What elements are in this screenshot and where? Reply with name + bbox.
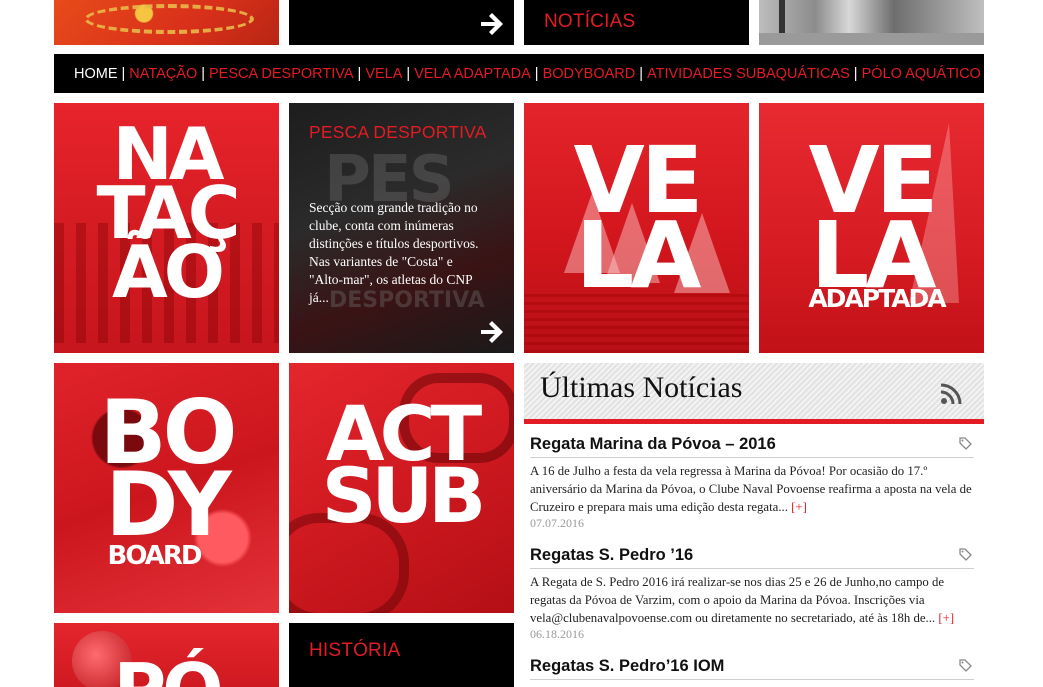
- tag-icon[interactable]: [959, 548, 972, 561]
- vela-word: VE LA: [524, 134, 749, 310]
- nav-item-pesca-desportiva[interactable]: PESCA DESPORTIVA: [209, 66, 354, 82]
- bodyboard-sub: BOARD: [107, 541, 203, 571]
- vela-adaptada-line-2: LA: [810, 202, 937, 310]
- actividades-subaquaticas-tile[interactable]: ACT SUB: [289, 363, 514, 613]
- sailing-rope-image-tile[interactable]: [54, 0, 279, 45]
- noticias-tile[interactable]: NOTÍCIAS: [524, 0, 749, 45]
- actsub-word: ACT SUB: [289, 395, 514, 541]
- nav-item-atividades-subaquaticas[interactable]: ATIVIDADES SUBAQUÁTICAS: [647, 66, 850, 82]
- natacao-word: NA TAÇ ÃO: [54, 118, 279, 315]
- nav-separator: |: [406, 65, 411, 82]
- news-title: Últimas Notícias: [540, 371, 743, 404]
- news-item-excerpt-text: A 16 de Julho a festa da vela regressa à…: [530, 464, 972, 514]
- arrow-right-icon[interactable]: [479, 12, 505, 36]
- actsub-line-2: SUB: [321, 451, 486, 541]
- historia-heading: HISTÓRIA: [309, 640, 401, 661]
- natacao-line-3: ÃO: [112, 230, 225, 315]
- vela-adaptada-word: VE LA: [759, 134, 984, 310]
- news-item-excerpt: A 16 de Julho a festa da vela regressa à…: [530, 462, 974, 516]
- nav-item-vela-adaptada[interactable]: VELA ADAPTADA: [414, 66, 531, 82]
- nav-item-vela[interactable]: VELA: [365, 66, 402, 82]
- nav-item-natacao[interactable]: NATAÇÃO: [129, 66, 197, 82]
- nav-item-bodyboard[interactable]: BODYBOARD: [543, 66, 636, 82]
- bodyboard-tile[interactable]: BO DY BOARD: [54, 363, 279, 613]
- main-nav: HOME | NATAÇÃO | PESCA DESPORTIVA | VELA…: [54, 54, 984, 93]
- natacao-tile[interactable]: NA TAÇ ÃO: [54, 103, 279, 353]
- latest-news-panel: Últimas Notícias Regata Marina da Póvoa …: [524, 363, 984, 687]
- news-item-date: 07.07.2016: [530, 516, 584, 530]
- pesca-desportiva-tile[interactable]: PES DESPORTIVA PESCA DESPORTIVA Secção c…: [289, 103, 514, 353]
- pesca-description: Secção com grande tradição no clube, con…: [309, 200, 479, 305]
- news-header: Últimas Notícias: [524, 363, 984, 419]
- nav-separator: |: [534, 65, 539, 82]
- news-item-date: 06.18.2016: [530, 627, 584, 641]
- vela-adaptada-sub: ADAPTADA: [808, 284, 946, 313]
- tag-icon[interactable]: [959, 659, 972, 672]
- news-item-title[interactable]: Regatas S. Pedro ’16: [530, 546, 974, 569]
- news-item: Regatas S. Pedro’16 IOM: [530, 657, 974, 680]
- nav-separator: |: [201, 65, 206, 82]
- more-tile-top[interactable]: [289, 0, 514, 45]
- polo-aquatico-tile[interactable]: PÓ: [54, 623, 279, 687]
- read-more-link[interactable]: [+]: [791, 500, 807, 514]
- historia-tile[interactable]: HISTÓRIA: [289, 623, 514, 687]
- nav-separator: |: [121, 65, 126, 82]
- nav-item-polo-aquatico[interactable]: PÓLO AQUÁTICO: [862, 66, 981, 82]
- vela-adaptada-tile[interactable]: VE LA ADAPTADA: [759, 103, 984, 353]
- news-item-title[interactable]: Regatas S. Pedro’16 IOM: [530, 657, 974, 680]
- arrow-right-icon[interactable]: [479, 320, 505, 344]
- nav-separator: |: [639, 65, 644, 82]
- read-more-link[interactable]: [+]: [938, 611, 954, 625]
- bodyboard-line-2: DY: [105, 453, 231, 557]
- nav-separator: |: [357, 65, 362, 82]
- pesca-heading: PESCA DESPORTIVA: [309, 122, 487, 142]
- nav-separator: |: [853, 65, 858, 82]
- news-header-underline: [524, 419, 984, 424]
- ground-graphic: [759, 33, 984, 45]
- news-item-excerpt-text: A Regata de S. Pedro 2016 irá realizar-s…: [530, 575, 945, 625]
- news-item-excerpt: A Regata de S. Pedro 2016 irá realizar-s…: [530, 573, 974, 627]
- news-item-title[interactable]: Regata Marina da Póvoa – 2016: [530, 435, 974, 458]
- news-item: Regata Marina da Póvoa – 2016 A 16 de Ju…: [530, 435, 974, 531]
- noticias-heading: NOTÍCIAS: [544, 11, 636, 32]
- street-photo-tile[interactable]: [759, 0, 984, 45]
- bodyboard-word: BO DY: [54, 388, 279, 557]
- rope-graphic: [84, 4, 254, 34]
- news-item: Regatas S. Pedro ’16 A Regata de S. Pedr…: [530, 546, 974, 642]
- nav-item-home[interactable]: HOME: [74, 66, 118, 82]
- polo-word: PÓ: [54, 654, 279, 687]
- vela-line-2: LA: [575, 202, 702, 310]
- vela-tile[interactable]: VE LA: [524, 103, 749, 353]
- rss-feed-icon[interactable]: [938, 381, 964, 407]
- tag-icon[interactable]: [959, 437, 972, 450]
